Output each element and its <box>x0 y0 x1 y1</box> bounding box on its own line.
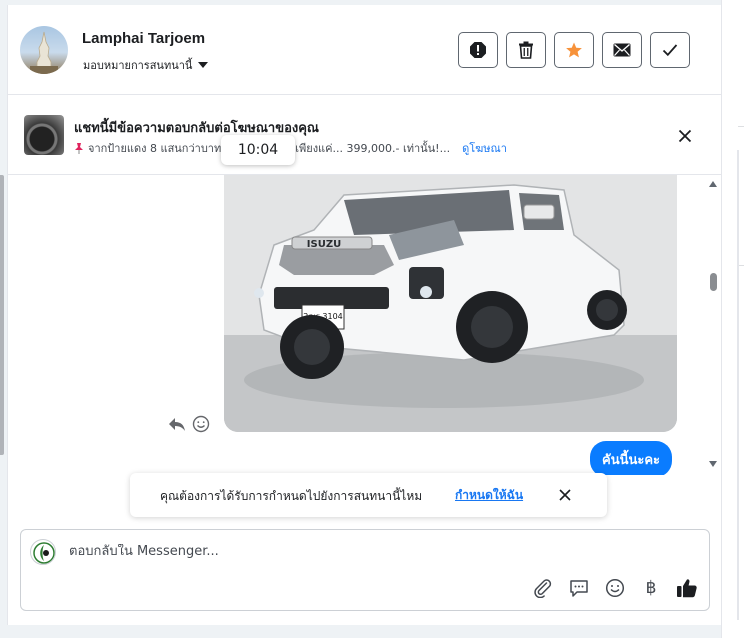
conversation-panel: Lamphai Tarjoem มอบหมายการสนทนานี้ แชทนี… <box>7 5 722 625</box>
view-ad-link[interactable]: ดูโฆษณา <box>462 139 507 157</box>
close-banner-button[interactable] <box>676 127 694 145</box>
saved-replies-button[interactable] <box>567 576 591 600</box>
close-icon <box>678 129 692 143</box>
trash-icon <box>519 41 533 59</box>
close-icon[interactable] <box>558 488 572 502</box>
ad-subtitle-text: จากป้ายแดง 8 แสนกว่าบาท <box>88 142 222 155</box>
mark-unread-button[interactable] <box>602 32 642 68</box>
brand-badge: ISUZU <box>307 239 341 250</box>
contact-name[interactable]: Lamphai Tarjoem <box>82 30 205 47</box>
left-scrollbar[interactable] <box>0 175 4 455</box>
emoji-button[interactable] <box>603 576 627 600</box>
message-actions <box>168 415 210 433</box>
assign-to-me-link[interactable]: กำหนดให้ฉัน <box>455 486 523 505</box>
envelope-icon <box>613 43 631 57</box>
header-actions <box>458 32 690 68</box>
message-bubble[interactable]: คันนี้นะคะ <box>590 441 673 475</box>
saved-reply-icon <box>570 580 588 597</box>
page-avatar <box>30 539 56 565</box>
suggestion-text: คุณต้องการได้รับการกำหนดไปยังการสนทนานี้… <box>160 489 423 503</box>
report-icon <box>470 42 486 58</box>
delete-button[interactable] <box>506 32 546 68</box>
check-icon <box>662 44 678 57</box>
assign-dropdown[interactable]: มอบหมายการสนทนานี้ <box>83 56 209 74</box>
scrollbar-thumb[interactable] <box>710 273 717 291</box>
avatar[interactable] <box>20 26 68 74</box>
report-button[interactable] <box>458 32 498 68</box>
emoji-icon <box>605 578 625 598</box>
composer-tools: ฿ <box>531 576 699 600</box>
reply-composer: ฿ <box>20 529 710 611</box>
star-icon <box>566 42 582 58</box>
reply-input[interactable] <box>69 544 629 559</box>
scroll-down-arrow[interactable] <box>709 461 717 467</box>
ad-reply-banner: แชทนี้มีข้อความตอบกลับต่อโฆษณาของคุณ จาก… <box>8 95 722 175</box>
ad-thumbnail[interactable] <box>24 115 64 155</box>
conversation-header: Lamphai Tarjoem มอบหมายการสนทนานี้ <box>8 5 722 95</box>
right-panel-edge <box>721 0 744 638</box>
assign-suggestion-card: คุณต้องการได้รับการกำหนดไปยังการสนทนานี้… <box>130 473 607 517</box>
pickup-truck-image: 2ฒร 3104 ISUZU <box>224 175 677 432</box>
ad-subtitle-rest: เพียงแค่... 399,000.- เท่านั้น!... <box>295 142 451 155</box>
temple-image <box>30 31 58 74</box>
scroll-up-arrow[interactable] <box>709 181 717 187</box>
assign-label: มอบหมายการสนทนานี้ <box>83 59 193 72</box>
reply-icon[interactable] <box>168 416 186 432</box>
star-button[interactable] <box>554 32 594 68</box>
mark-done-button[interactable] <box>650 32 690 68</box>
car-photo[interactable]: 2ฒร 3104 ISUZU <box>224 175 677 432</box>
attach-button[interactable] <box>531 576 555 600</box>
thumbs-up-icon <box>677 579 697 598</box>
divider <box>738 126 744 127</box>
caret-down-icon <box>198 62 209 68</box>
baht-icon: ฿ <box>645 578 657 598</box>
paperclip-icon <box>534 579 552 598</box>
like-button[interactable] <box>675 576 699 600</box>
emoji-react-icon[interactable] <box>192 415 210 433</box>
divider <box>737 150 739 620</box>
timestamp-tooltip: 10:04 <box>221 135 295 165</box>
page-logo-icon <box>33 542 55 564</box>
message-thread: 2ฒร 3104 ISUZU คันนี้นะคะ <box>8 175 722 475</box>
pin-icon <box>75 143 83 154</box>
payment-button[interactable]: ฿ <box>639 576 663 600</box>
